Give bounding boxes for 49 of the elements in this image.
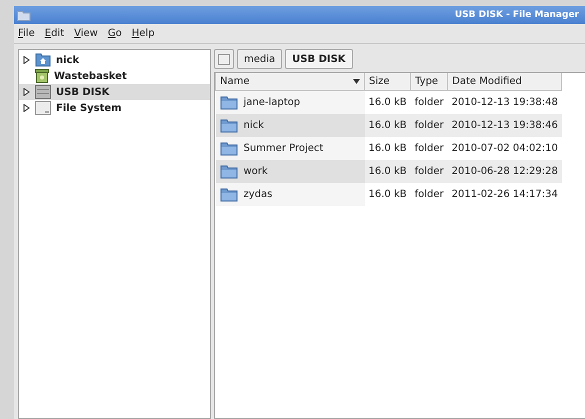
- window-icon: [17, 10, 31, 20]
- menu-item[interactable]: Go: [108, 28, 122, 39]
- column-header[interactable]: Date Modified: [448, 73, 562, 90]
- trash-icon: [35, 69, 49, 83]
- table-cell: 2010-12-13 19:38:46: [448, 114, 562, 137]
- table-cell: folder: [410, 114, 448, 137]
- sidebar-item[interactable]: Wastebasket: [19, 68, 210, 84]
- file-name: Summer Project: [244, 143, 324, 154]
- path-button[interactable]: media: [237, 49, 282, 69]
- menu-item[interactable]: Help: [132, 28, 155, 39]
- table-cell: 2010-12-13 19:38:48: [448, 90, 562, 114]
- folder-icon: [35, 53, 51, 67]
- folder-icon: [220, 141, 238, 156]
- table-cell: folder: [410, 137, 448, 160]
- table-cell: folder: [410, 183, 448, 206]
- table-cell: 16.0 kB: [364, 137, 411, 160]
- menu-item[interactable]: File: [18, 28, 35, 39]
- table-cell: 16.0 kB: [364, 90, 411, 114]
- folder-icon: [220, 95, 238, 110]
- file-name: work: [244, 166, 268, 177]
- file-name: nick: [244, 120, 264, 131]
- expander-icon[interactable]: [23, 56, 30, 64]
- folder-icon: [220, 187, 238, 202]
- sidebar-item[interactable]: File System: [19, 100, 210, 116]
- column-header[interactable]: Size: [364, 73, 411, 90]
- menu-item[interactable]: View: [74, 28, 98, 39]
- table-cell: folder: [410, 90, 448, 114]
- table-cell: folder: [410, 160, 448, 183]
- window-title: USB DISK - File Manager: [454, 10, 579, 20]
- sort-arrow-icon: [353, 79, 360, 84]
- expander-icon[interactable]: [23, 88, 30, 96]
- table-cell: 2010-07-02 04:02:10: [448, 137, 562, 160]
- table-cell: 16.0 kB: [364, 183, 411, 206]
- sidebar-item[interactable]: USB DISK: [19, 84, 210, 100]
- folder-icon: [220, 118, 238, 133]
- file-name: jane-laptop: [244, 97, 300, 108]
- table-cell: 16.0 kB: [364, 114, 411, 137]
- table-cell: 2011-02-26 14:17:34: [448, 183, 562, 206]
- table-cell: 16.0 kB: [364, 160, 411, 183]
- expander-icon[interactable]: [23, 104, 30, 112]
- table-cell: 2010-06-28 12:29:28: [448, 160, 562, 183]
- drive-icon: [35, 85, 51, 99]
- menu-item[interactable]: Edit: [44, 28, 64, 39]
- sidebar-item[interactable]: nick: [19, 52, 210, 68]
- column-header[interactable]: Name: [216, 73, 364, 90]
- path-button[interactable]: USB DISK: [285, 49, 353, 69]
- folder-icon: [220, 164, 238, 179]
- column-header[interactable]: Type: [410, 73, 448, 90]
- file-name: zydas: [244, 189, 272, 200]
